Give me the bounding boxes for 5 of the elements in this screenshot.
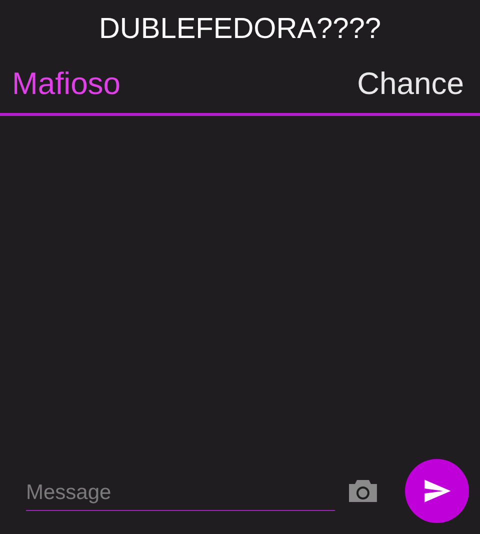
camera-icon[interactable] xyxy=(347,478,380,504)
participant-tab[interactable]: Mafioso xyxy=(12,66,121,102)
chat-title: DUBLEFEDORA???? xyxy=(98,12,382,46)
message-field[interactable]: Message xyxy=(26,477,336,511)
participant-tab[interactable]: Chance xyxy=(357,66,464,102)
